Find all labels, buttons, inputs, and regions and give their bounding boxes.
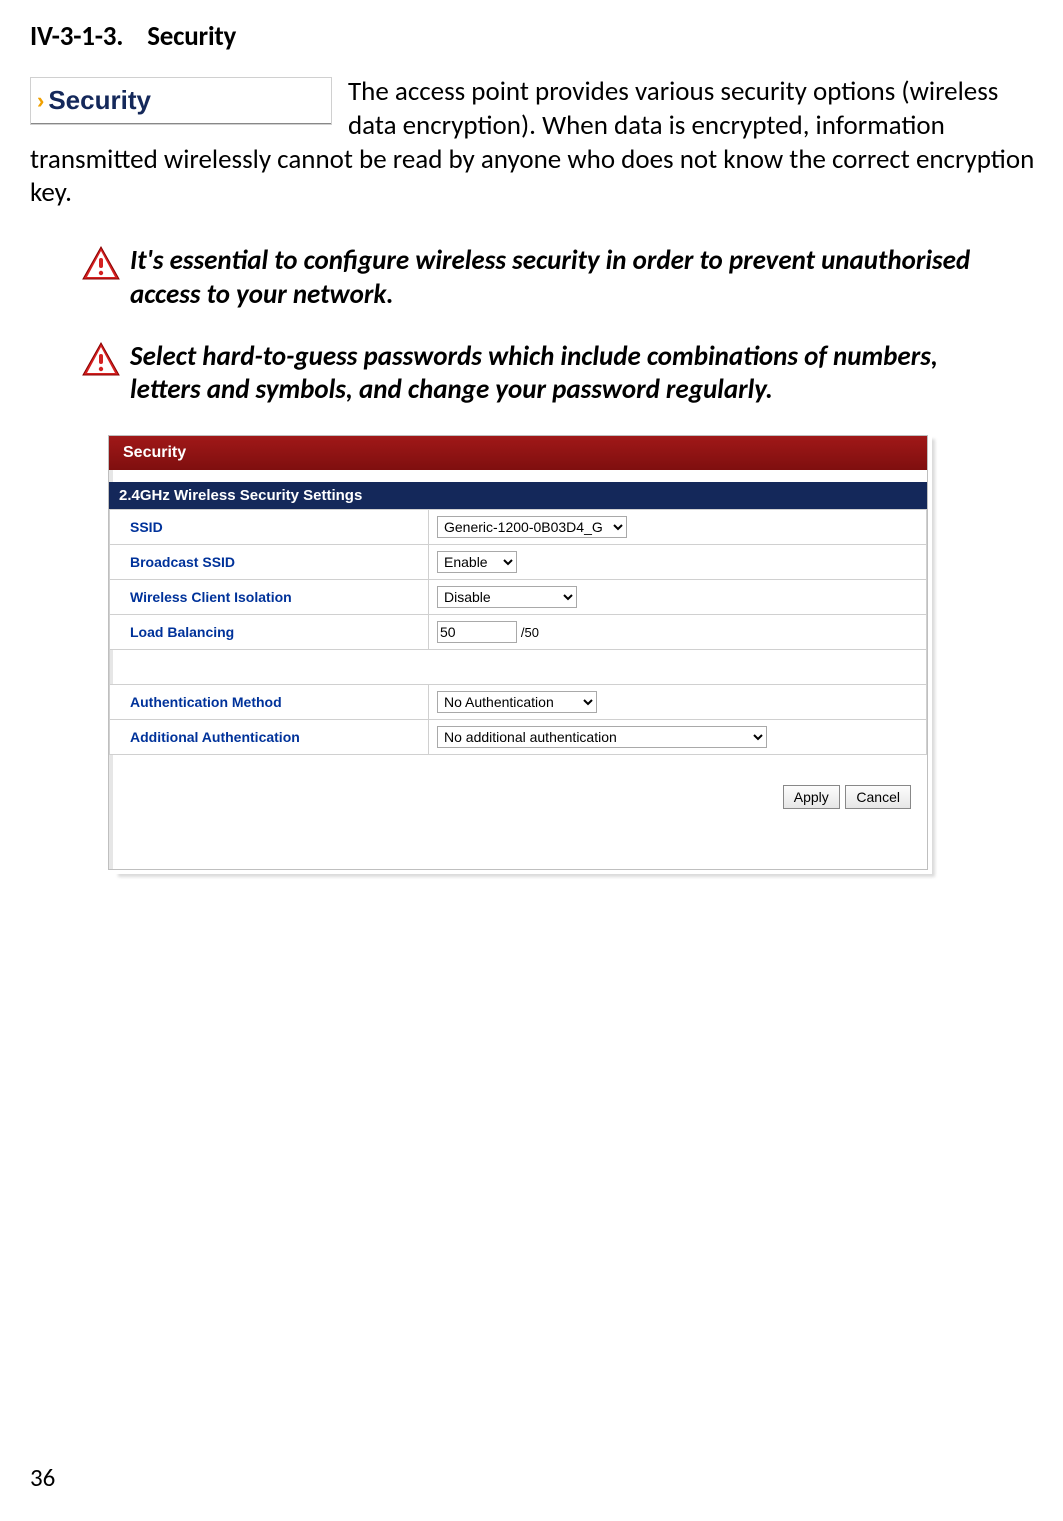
row-auth-method: Authentication Method No Authentication [110,685,927,720]
select-broadcast-ssid[interactable]: Enable [437,551,517,573]
section-title: Security [147,20,236,53]
warning-note-2: Select hard-to-guess passwords which inc… [82,340,1050,408]
panel-section-header: 2.4GHz Wireless Security Settings [109,482,927,509]
warning-icon [82,342,126,381]
warning-icon [82,246,126,285]
chevron-right-icon: › [37,88,44,114]
label-additional-auth: Additional Authentication [110,720,429,755]
input-load-balancing[interactable] [437,621,517,643]
section-number: IV-3-1-3. [30,20,123,53]
label-ssid: SSID [110,510,429,545]
row-broadcast-ssid: Broadcast SSID Enable [110,545,927,580]
settings-panel: Security 2.4GHz Wireless Security Settin… [108,435,928,870]
warning-text: It's essential to configure wireless sec… [130,244,980,312]
select-client-isolation[interactable]: Disable [437,586,577,608]
select-additional-auth[interactable]: No additional authentication [437,726,767,748]
panel-title: Security [109,436,927,470]
page-number: 36 [30,1462,55,1493]
label-broadcast-ssid: Broadcast SSID [110,545,429,580]
row-load-balancing: Load Balancing /50 [110,615,927,650]
settings-table: SSID Generic-1200-0B03D4_G Broadcast SSI… [109,509,927,755]
load-balancing-suffix: /50 [521,625,539,640]
label-load-balancing: Load Balancing [110,615,429,650]
cancel-button[interactable]: Cancel [845,785,911,809]
spacer-row [110,650,927,685]
warning-text: Select hard-to-guess passwords which inc… [130,340,980,408]
select-ssid[interactable]: Generic-1200-0B03D4_G [437,516,627,538]
apply-button[interactable]: Apply [783,785,840,809]
select-auth-method[interactable]: No Authentication [437,691,597,713]
warning-note-1: It's essential to configure wireless sec… [82,244,1050,312]
row-client-isolation: Wireless Client Isolation Disable [110,580,927,615]
button-row: Apply Cancel [109,755,927,809]
menu-item-thumbnail: › Security [30,77,332,125]
section-heading: IV-3-1-3. Security [30,20,1050,53]
row-additional-auth: Additional Authentication No additional … [110,720,927,755]
label-client-isolation: Wireless Client Isolation [110,580,429,615]
label-auth-method: Authentication Method [110,685,429,720]
row-ssid: SSID Generic-1200-0B03D4_G [110,510,927,545]
menu-item-label: Security [48,85,151,116]
